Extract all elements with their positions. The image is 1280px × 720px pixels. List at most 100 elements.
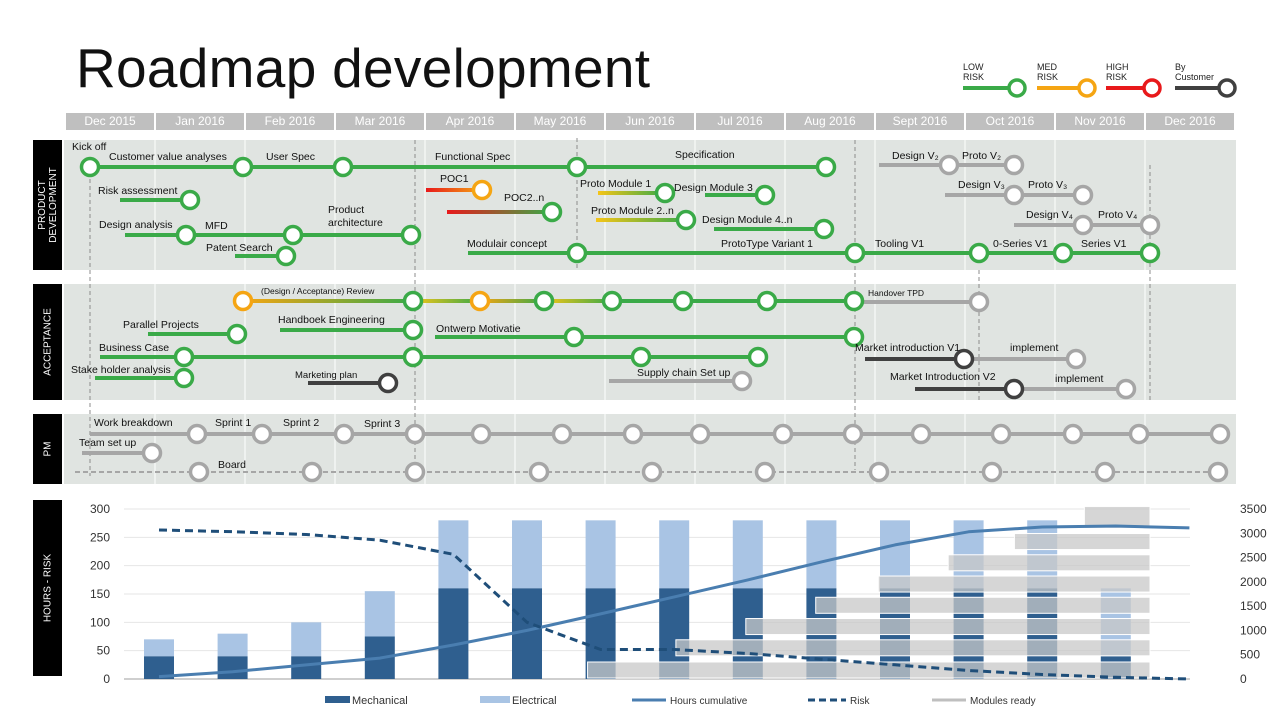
milestone-node[interactable] xyxy=(232,290,254,312)
milestone-label: Design Module 3 xyxy=(674,182,753,194)
milestone-node[interactable] xyxy=(251,423,273,445)
modules-ready-band xyxy=(877,575,1151,593)
milestone-node[interactable] xyxy=(402,290,424,312)
milestone-node[interactable] xyxy=(1115,378,1137,400)
milestone-node[interactable] xyxy=(842,423,864,445)
milestone-label: architecture xyxy=(328,217,383,229)
milestone-label: POC1 xyxy=(440,173,469,185)
milestone-label: Handboek Engineering xyxy=(278,314,385,326)
milestone-node[interactable] xyxy=(675,209,697,231)
chart-legend-swatch xyxy=(325,696,350,703)
milestone-label: Risk assessment xyxy=(98,185,177,197)
milestone-node[interactable] xyxy=(731,370,753,392)
milestone-node[interactable] xyxy=(1003,154,1025,176)
bar-electrical xyxy=(291,622,322,657)
milestone-node[interactable] xyxy=(1128,423,1150,445)
bar-electrical xyxy=(217,633,248,657)
milestone-node[interactable] xyxy=(551,423,573,445)
milestone-node[interactable] xyxy=(1062,423,1084,445)
milestone-node[interactable] xyxy=(1139,214,1161,236)
milestone-node[interactable] xyxy=(1139,242,1161,264)
milestone-node[interactable] xyxy=(377,372,399,394)
milestone-node[interactable] xyxy=(469,290,491,312)
milestone-node[interactable] xyxy=(188,461,210,483)
chart-legend-label: Modules ready xyxy=(970,696,1036,707)
milestone-node[interactable] xyxy=(404,461,426,483)
milestone-node[interactable] xyxy=(990,423,1012,445)
milestone-label: Parallel Projects xyxy=(123,319,199,331)
milestone-node[interactable] xyxy=(566,242,588,264)
milestone-node[interactable] xyxy=(813,218,835,240)
milestone-node[interactable] xyxy=(1094,461,1116,483)
milestone-node[interactable] xyxy=(630,346,652,368)
milestone-node[interactable] xyxy=(601,290,623,312)
milestone-node[interactable] xyxy=(541,201,563,223)
milestone-node[interactable] xyxy=(1077,78,1097,98)
milestone-node[interactable] xyxy=(226,323,248,345)
left-axis-tick: 50 xyxy=(97,644,111,658)
milestone-node[interactable] xyxy=(404,423,426,445)
milestone-node[interactable] xyxy=(689,423,711,445)
milestone-node[interactable] xyxy=(1209,423,1231,445)
milestone-node[interactable] xyxy=(332,156,354,178)
milestone-node[interactable] xyxy=(622,423,644,445)
milestone-node[interactable] xyxy=(1207,461,1229,483)
milestone-node[interactable] xyxy=(471,179,493,201)
milestone-node[interactable] xyxy=(282,224,304,246)
milestone-label: Sprint 3 xyxy=(364,418,400,430)
milestone-node[interactable] xyxy=(186,423,208,445)
milestone-node[interactable] xyxy=(1065,348,1087,370)
milestone-node[interactable] xyxy=(843,290,865,312)
milestone-node[interactable] xyxy=(968,242,990,264)
bar-mechanical xyxy=(217,656,248,679)
milestone-node[interactable] xyxy=(1003,184,1025,206)
milestone-node[interactable] xyxy=(402,346,424,368)
modules-ready-band xyxy=(1013,533,1151,551)
modules-ready-band xyxy=(947,554,1151,572)
milestone-node[interactable] xyxy=(1142,78,1162,98)
milestone-node[interactable] xyxy=(566,156,588,178)
milestone-node[interactable] xyxy=(400,224,422,246)
milestone-node[interactable] xyxy=(275,245,297,267)
milestone-node[interactable] xyxy=(1052,242,1074,264)
bar-electrical xyxy=(512,520,542,589)
track-line xyxy=(243,299,413,303)
milestone-node[interactable] xyxy=(868,461,890,483)
milestone-node[interactable] xyxy=(1003,378,1025,400)
milestone-node[interactable] xyxy=(1072,214,1094,236)
milestone-node[interactable] xyxy=(756,290,778,312)
milestone-node[interactable] xyxy=(528,461,550,483)
milestone-node[interactable] xyxy=(641,461,663,483)
milestone-node[interactable] xyxy=(141,442,163,464)
milestone-node[interactable] xyxy=(815,156,837,178)
milestone-node[interactable] xyxy=(968,291,990,313)
milestone-node[interactable] xyxy=(1072,184,1094,206)
milestone-node[interactable] xyxy=(179,189,201,211)
milestone-node[interactable] xyxy=(754,184,776,206)
milestone-node[interactable] xyxy=(175,224,197,246)
milestone-node[interactable] xyxy=(402,319,424,341)
milestone-node[interactable] xyxy=(754,461,776,483)
milestone-node[interactable] xyxy=(232,156,254,178)
milestone-node[interactable] xyxy=(79,156,101,178)
right-axis-tick: 1000 xyxy=(1240,623,1267,637)
milestone-node[interactable] xyxy=(910,423,932,445)
milestone-node[interactable] xyxy=(533,290,555,312)
milestone-node[interactable] xyxy=(981,461,1003,483)
milestone-node[interactable] xyxy=(772,423,794,445)
milestone-node[interactable] xyxy=(844,242,866,264)
milestone-node[interactable] xyxy=(301,461,323,483)
chart-legend-label: Risk xyxy=(850,696,870,707)
milestone-node[interactable] xyxy=(173,367,195,389)
milestone-node[interactable] xyxy=(672,290,694,312)
milestone-node[interactable] xyxy=(1217,78,1237,98)
milestone-node[interactable] xyxy=(938,154,960,176)
milestone-node[interactable] xyxy=(563,326,585,348)
milestone-node[interactable] xyxy=(470,423,492,445)
milestone-node[interactable] xyxy=(654,182,676,204)
roadmap-slide: Roadmap development LOW RISK MED RISK HIGH… xyxy=(0,0,1280,720)
milestone-node[interactable] xyxy=(333,423,355,445)
milestone-node[interactable] xyxy=(1007,78,1027,98)
milestone-node[interactable] xyxy=(747,346,769,368)
milestone-node[interactable] xyxy=(173,346,195,368)
